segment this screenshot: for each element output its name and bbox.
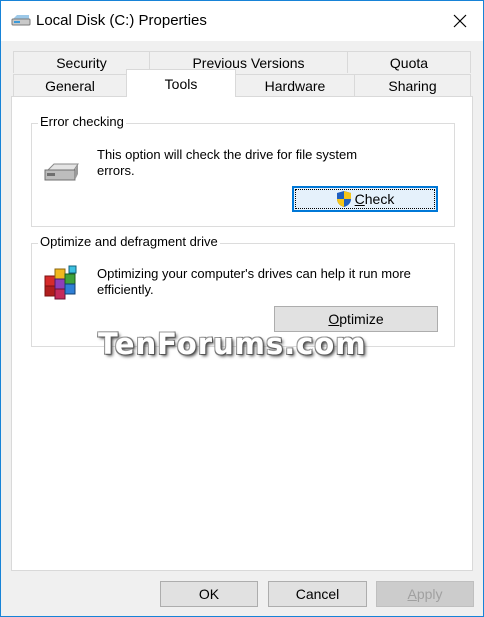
watermark: TenForums.com	[98, 327, 367, 361]
apply-button[interactable]: Apply	[376, 581, 474, 607]
drive-icon	[11, 13, 31, 27]
optimize-button-label: ptimize	[339, 311, 384, 327]
hard-drive-icon	[44, 162, 80, 187]
check-button-label: heck	[364, 191, 395, 207]
tab-tools[interactable]: Tools	[126, 69, 236, 97]
error-checking-group: Error checking This option will check th…	[31, 114, 455, 227]
tab-sharing[interactable]: Sharing	[354, 74, 471, 96]
uac-shield-icon	[336, 190, 352, 208]
optimize-button-mnemonic: O	[328, 311, 340, 327]
apply-button-label: pply	[416, 586, 443, 602]
close-icon	[453, 14, 467, 28]
window-title: Local Disk (C:) Properties	[36, 12, 207, 29]
error-checking-label: Error checking	[38, 114, 126, 129]
properties-dialog: Local Disk (C:) Properties Security Prev…	[0, 0, 484, 617]
optimize-description: Optimizing your computer's drives can he…	[97, 266, 411, 297]
defrag-icon	[43, 264, 81, 305]
optimize-label: Optimize and defragment drive	[38, 234, 220, 249]
ok-button[interactable]: OK	[160, 581, 258, 607]
title-bar[interactable]: Local Disk (C:) Properties	[1, 1, 483, 41]
check-button[interactable]: Check	[292, 186, 438, 212]
close-button[interactable]	[437, 1, 483, 41]
check-button-mnemonic: C	[354, 191, 365, 207]
apply-button-mnemonic: A	[407, 586, 417, 602]
tab-hardware[interactable]: Hardware	[235, 74, 355, 96]
error-checking-description: This option will check the drive for fil…	[97, 147, 358, 178]
cancel-button[interactable]: Cancel	[268, 581, 367, 607]
tab-general[interactable]: General	[13, 74, 127, 96]
tab-quota[interactable]: Quota	[347, 51, 471, 73]
